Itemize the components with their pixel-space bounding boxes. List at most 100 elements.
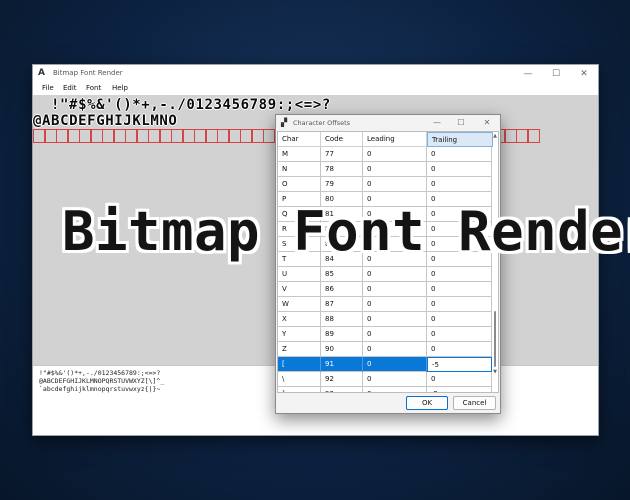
glyph-cell[interactable] bbox=[125, 129, 137, 143]
table-row[interactable]: [91 0 -5 bbox=[278, 357, 492, 372]
table-row[interactable]: N 78 0 0 bbox=[278, 162, 492, 177]
table-row[interactable]: V 86 0 0 bbox=[278, 282, 492, 297]
dialog-maximize-button[interactable]: ☐ bbox=[450, 115, 472, 131]
cell-leading[interactable]: 0 bbox=[363, 147, 427, 162]
cell-code[interactable]: 77 bbox=[321, 147, 363, 162]
cell-leading[interactable]: 0 bbox=[363, 267, 427, 282]
menu-file[interactable]: File bbox=[42, 84, 54, 92]
cell-trailing[interactable]: 0 bbox=[427, 327, 492, 342]
dialog-minimize-button[interactable]: — bbox=[426, 115, 448, 131]
glyph-cell[interactable] bbox=[251, 129, 264, 143]
column-header-trailing[interactable]: Trailing bbox=[427, 132, 493, 147]
glyph-cell[interactable] bbox=[136, 129, 149, 143]
glyph-cell[interactable] bbox=[56, 129, 68, 143]
scroll-thumb[interactable] bbox=[494, 311, 496, 367]
glyph-cell[interactable] bbox=[228, 129, 241, 143]
glyph-cell[interactable] bbox=[205, 129, 218, 143]
cell-char[interactable]: Z bbox=[278, 342, 321, 357]
cell-leading[interactable]: 0 bbox=[363, 327, 427, 342]
cell-trailing[interactable]: -5 bbox=[427, 357, 492, 372]
cell-leading[interactable]: 0 bbox=[363, 177, 427, 192]
cell-leading[interactable]: 0 bbox=[363, 162, 427, 177]
cell-trailing[interactable]: 0 bbox=[427, 312, 492, 327]
table-row[interactable]: \ 92 0 0 bbox=[278, 372, 492, 387]
glyph-cell[interactable] bbox=[171, 129, 183, 143]
cell-code[interactable]: 91 bbox=[321, 357, 363, 372]
cell-trailing[interactable]: 0 bbox=[427, 177, 492, 192]
title-bar[interactable]: A Bitmap Font Render — ☐ ✕ bbox=[33, 65, 598, 83]
cell-code[interactable]: 89 bbox=[321, 327, 363, 342]
cell-leading[interactable]: 0 bbox=[363, 282, 427, 297]
glyph-cell[interactable] bbox=[148, 129, 160, 143]
cell-trailing[interactable]: 0 bbox=[427, 342, 492, 357]
scroll-up-icon[interactable]: ▲ bbox=[492, 133, 498, 139]
cell-code[interactable]: 90 bbox=[321, 342, 363, 357]
menu-font[interactable]: Font bbox=[86, 84, 101, 92]
table-row[interactable]: U 85 0 0 bbox=[278, 267, 492, 282]
cell-char[interactable]: M bbox=[278, 147, 321, 162]
cell-code[interactable]: 93 bbox=[321, 387, 363, 392]
cell-code[interactable]: 87 bbox=[321, 297, 363, 312]
cell-trailing[interactable]: 0 bbox=[427, 282, 492, 297]
glyph-cell[interactable] bbox=[217, 129, 229, 143]
cell-trailing[interactable]: 0 bbox=[427, 297, 492, 312]
table-row[interactable]: O 79 0 0 bbox=[278, 177, 492, 192]
table-row[interactable]: ]930-5 bbox=[278, 387, 492, 392]
glyph-cell[interactable] bbox=[182, 129, 195, 143]
dialog-close-button[interactable]: ✕ bbox=[476, 115, 498, 131]
cell-trailing[interactable]: 0 bbox=[427, 147, 492, 162]
cell-code[interactable]: 85 bbox=[321, 267, 363, 282]
cell-char[interactable]: ] bbox=[278, 387, 321, 392]
cancel-button[interactable]: Cancel bbox=[453, 396, 496, 410]
glyph-cell[interactable] bbox=[102, 129, 114, 143]
glyph-cell[interactable] bbox=[79, 129, 91, 143]
glyph-cell[interactable] bbox=[33, 129, 45, 143]
table-row[interactable]: M 77 0 0 bbox=[278, 147, 492, 162]
cell-leading[interactable]: 0 bbox=[363, 312, 427, 327]
cell-trailing[interactable]: 0 bbox=[427, 267, 492, 282]
cell-char[interactable]: \ bbox=[278, 372, 321, 387]
glyph-cell[interactable] bbox=[159, 129, 172, 143]
minimize-button[interactable]: — bbox=[514, 65, 542, 83]
glyph-cell[interactable] bbox=[516, 129, 528, 143]
table-row[interactable]: X 88 0 0 bbox=[278, 312, 492, 327]
maximize-button[interactable]: ☐ bbox=[542, 65, 570, 83]
cell-char[interactable]: [ bbox=[278, 357, 321, 372]
cell-trailing[interactable]: 0 bbox=[427, 162, 492, 177]
cell-char[interactable]: O bbox=[278, 177, 321, 192]
glyph-cell[interactable] bbox=[504, 129, 517, 143]
cell-char[interactable]: N bbox=[278, 162, 321, 177]
cell-leading[interactable]: 0 bbox=[363, 372, 427, 387]
column-header-leading[interactable]: Leading bbox=[363, 132, 427, 147]
table-row[interactable]: W 87 0 0 bbox=[278, 297, 492, 312]
table-row[interactable]: Y 89 0 0 bbox=[278, 327, 492, 342]
glyph-cell[interactable] bbox=[113, 129, 126, 143]
column-header-char[interactable]: Char bbox=[278, 132, 321, 147]
glyph-cell[interactable] bbox=[263, 129, 275, 143]
glyph-cell[interactable] bbox=[527, 129, 540, 143]
column-header-code[interactable]: Code bbox=[321, 132, 363, 147]
cell-code[interactable]: 86 bbox=[321, 282, 363, 297]
glyph-cell[interactable] bbox=[67, 129, 80, 143]
cell-code[interactable]: 79 bbox=[321, 177, 363, 192]
cell-leading[interactable]: 0 bbox=[363, 297, 427, 312]
cell-code[interactable]: 78 bbox=[321, 162, 363, 177]
glyph-cell[interactable] bbox=[44, 129, 57, 143]
cell-char[interactable]: X bbox=[278, 312, 321, 327]
table-row[interactable]: Z 90 0 0 bbox=[278, 342, 492, 357]
cell-trailing[interactable]: 0 bbox=[427, 372, 492, 387]
scroll-down-icon[interactable]: ▼ bbox=[492, 369, 498, 375]
menu-edit[interactable]: Edit bbox=[63, 84, 77, 92]
close-button[interactable]: ✕ bbox=[570, 65, 598, 83]
cell-leading[interactable]: 0 bbox=[363, 387, 427, 392]
cell-leading[interactable]: 0 bbox=[363, 357, 427, 372]
glyph-cell[interactable] bbox=[90, 129, 103, 143]
cell-trailing[interactable]: -5 bbox=[427, 387, 492, 392]
cell-code[interactable]: 88 bbox=[321, 312, 363, 327]
cell-char[interactable]: U bbox=[278, 267, 321, 282]
glyph-cell[interactable] bbox=[194, 129, 206, 143]
cell-char[interactable]: Y bbox=[278, 327, 321, 342]
menu-help[interactable]: Help bbox=[112, 84, 128, 92]
dialog-title-bar[interactable]: ▞ Character Offsets — ☐ ✕ bbox=[276, 115, 500, 131]
cell-leading[interactable]: 0 bbox=[363, 342, 427, 357]
